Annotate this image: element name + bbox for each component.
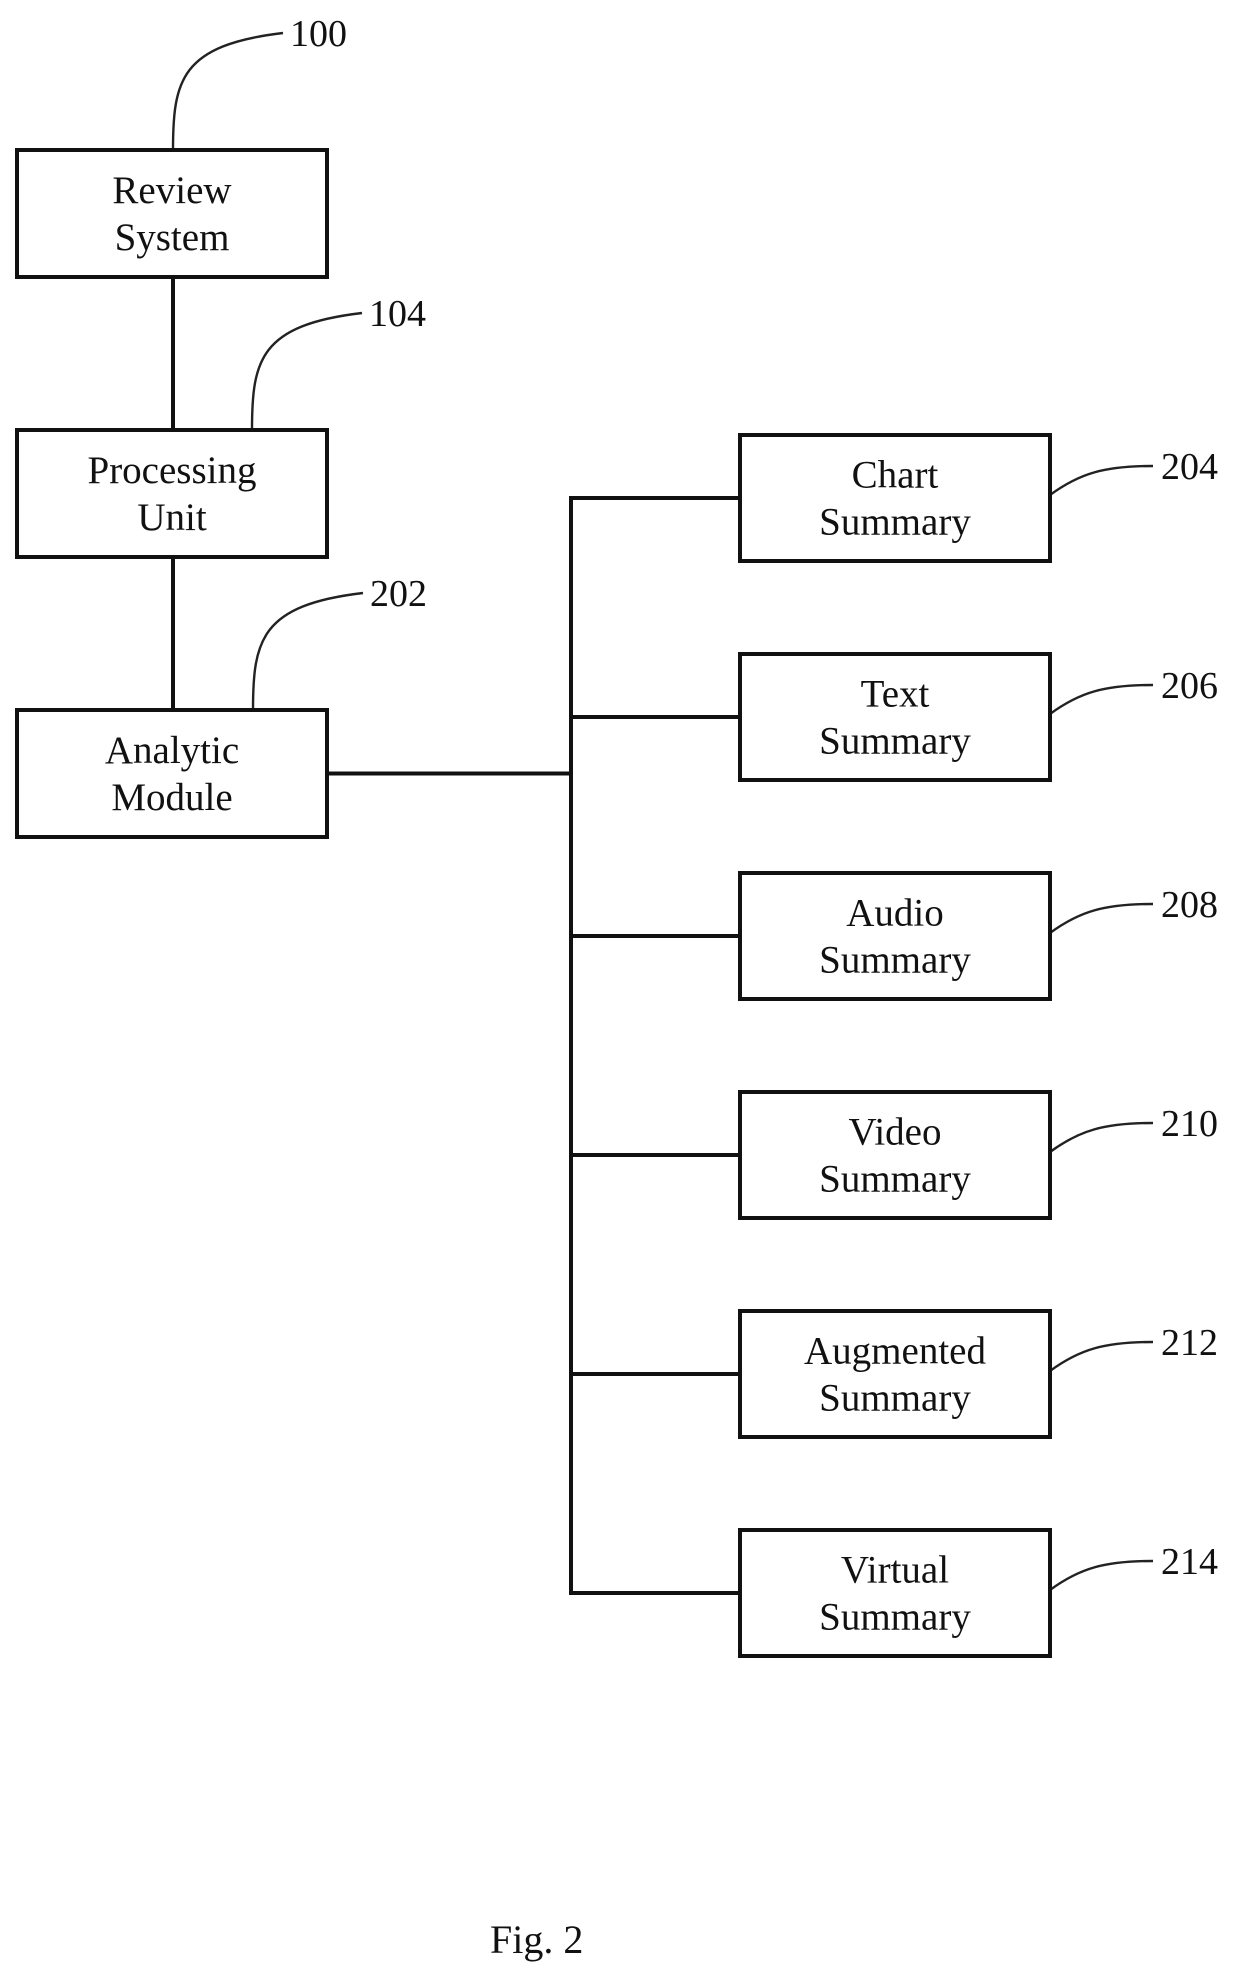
- chart-summary-reference-leader: [1049, 464, 1154, 496]
- augmented-summary-block: AugmentedSummary: [738, 1309, 1052, 1439]
- audio-summary-block: AudioSummary: [738, 871, 1052, 1001]
- text-summary-reference-numeral: 206: [1161, 665, 1218, 707]
- text-summary-label-line: Text: [861, 673, 930, 716]
- analytic-module-reference-numeral: 202: [370, 573, 427, 615]
- review-system-reference-numeral: 100: [290, 13, 347, 55]
- figure-caption: Fig. 2: [490, 1917, 583, 1962]
- augmented-summary-label-line: Augmented: [804, 1330, 986, 1373]
- text-summary-block: TextSummary: [738, 652, 1052, 782]
- chart-summary-block: ChartSummary: [738, 433, 1052, 563]
- augmented-summary-label-line: Summary: [819, 1377, 971, 1420]
- system-block-diagram: ReviewSystem ProcessingUnit AnalyticModule…: [15, 13, 1218, 1962]
- video-summary-label-line: Summary: [819, 1158, 971, 1201]
- video-summary-label-line: Video: [849, 1111, 942, 1154]
- virtual-summary-reference-leader: [1049, 1559, 1154, 1591]
- virtual-summary-label-line: Virtual: [841, 1549, 949, 1592]
- analytic-module-block: AnalyticModule: [15, 708, 329, 839]
- video-summary-reference-numeral: 210: [1161, 1103, 1218, 1145]
- chart-summary-label-line: Summary: [819, 501, 971, 544]
- review-system-label-line: Review: [112, 169, 231, 212]
- text-summary-reference-leader: [1049, 683, 1154, 715]
- video-summary-reference-leader: [1049, 1121, 1154, 1153]
- review-system-block: ReviewSystem: [15, 148, 329, 279]
- text-summary-label-line: Summary: [819, 720, 971, 763]
- audio-summary-reference-leader: [1049, 902, 1154, 934]
- review-system-label-line: System: [115, 216, 230, 259]
- analytic-module-label-line: Analytic: [105, 729, 239, 772]
- analytic-module-reference-leader: [251, 591, 364, 711]
- virtual-summary-label-line: Summary: [819, 1596, 971, 1639]
- review-system-reference-leader: [171, 31, 284, 151]
- processing-unit-reference-leader: [250, 311, 363, 431]
- audio-summary-label-line: Audio: [846, 892, 944, 935]
- virtual-summary-block: VirtualSummary: [738, 1528, 1052, 1658]
- audio-summary-label-line: Summary: [819, 939, 971, 982]
- augmented-summary-reference-numeral: 212: [1161, 1322, 1218, 1364]
- augmented-summary-reference-leader: [1049, 1340, 1154, 1372]
- audio-summary-reference-numeral: 208: [1161, 884, 1218, 926]
- video-summary-block: VideoSummary: [738, 1090, 1052, 1220]
- processing-unit-label-line: Unit: [137, 496, 207, 539]
- chart-summary-reference-numeral: 204: [1161, 446, 1218, 488]
- processing-unit-label-line: Processing: [88, 449, 257, 492]
- virtual-summary-reference-numeral: 214: [1161, 1541, 1218, 1583]
- chart-summary-label-line: Chart: [852, 454, 939, 497]
- processing-unit-reference-numeral: 104: [369, 293, 426, 335]
- analytic-module-label-line: Module: [111, 776, 232, 819]
- processing-unit-block: ProcessingUnit: [15, 428, 329, 559]
